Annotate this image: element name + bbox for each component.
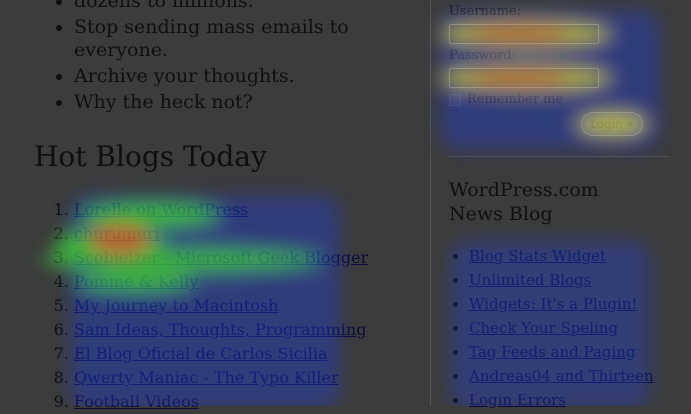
feature-bullet: dozens to millions. <box>74 0 424 13</box>
news-link[interactable]: Blog Stats Widget <box>469 247 606 265</box>
username-label: Username: <box>449 4 522 19</box>
list-item: Lorelle on WordPress <box>74 198 368 222</box>
news-link[interactable]: Check Your Speling <box>469 319 618 337</box>
hot-blog-link[interactable]: Pomme & Kelly <box>74 272 198 291</box>
feature-bullet: Archive your thoughts. <box>74 65 424 88</box>
feature-bullet-list: dozens to millions. Stop sending mass em… <box>52 0 424 117</box>
list-item: Qwerty Maniac - The Typo Killer <box>74 366 368 390</box>
news-link[interactable]: Tag Feeds and Paging <box>469 343 636 361</box>
list-item: My Journey to Macintosh <box>74 294 368 318</box>
list-item: Pomme & Kelly <box>74 270 368 294</box>
list-item: Andreas04 and Thirteen <box>469 364 654 388</box>
hot-blogs-list: Lorelle on WordPress churumuri Scobleize… <box>52 198 368 414</box>
news-link[interactable]: Andreas04 and Thirteen <box>469 367 654 385</box>
hot-blog-link[interactable]: Qwerty Maniac - The Typo Killer <box>74 368 339 387</box>
news-link[interactable]: Login Errors <box>469 391 566 409</box>
feature-bullet: Why the heck not? <box>74 91 424 114</box>
list-item: Football Videos <box>74 390 368 414</box>
password-label: Password: <box>449 48 517 63</box>
remember-me-label: Remember me <box>467 92 564 107</box>
news-blog-heading: WordPress.com News Blog <box>449 179 599 225</box>
list-item: Sam Ideas, Thoughts, Programming <box>74 318 368 342</box>
news-link[interactable]: Widgets: It's a Plugin! <box>469 295 637 313</box>
hot-blog-link[interactable]: Scobleizer - Microsoft Geek Blogger <box>74 248 368 267</box>
main-content: dozens to millions. Stop sending mass em… <box>0 0 430 411</box>
hot-blog-link[interactable]: El Blog Oficial de Carlos Sicilia <box>74 344 328 363</box>
hot-blog-link[interactable]: Sam Ideas, Thoughts, Programming <box>74 320 366 339</box>
list-item: Scobleizer - Microsoft Geek Blogger <box>74 246 368 270</box>
password-input[interactable] <box>449 68 599 88</box>
username-input[interactable] <box>449 24 599 44</box>
list-item: Tag Feeds and Paging <box>469 340 654 364</box>
remember-me-checkbox[interactable] <box>449 93 461 106</box>
list-item: Unlimited Blogs <box>469 268 654 292</box>
hot-blog-link[interactable]: Football Videos <box>74 392 199 411</box>
remember-me[interactable]: Remember me <box>449 92 563 107</box>
hot-blog-link[interactable]: Lorelle on WordPress <box>74 200 248 219</box>
list-item: Widgets: It's a Plugin! <box>469 292 654 316</box>
list-item: churumuri <box>74 222 368 246</box>
list-item: El Blog Oficial de Carlos Sicilia <box>74 342 368 366</box>
hot-blog-link[interactable]: My Journey to Macintosh <box>74 296 278 315</box>
news-list: Blog Stats Widget Unlimited Blogs Widget… <box>449 244 654 412</box>
hot-blogs-heading: Hot Blogs Today <box>34 140 267 173</box>
news-link[interactable]: Unlimited Blogs <box>469 271 591 289</box>
sidebar-divider <box>449 156 669 157</box>
login-button[interactable]: Login » <box>581 112 643 136</box>
list-item: Blog Stats Widget <box>469 244 654 268</box>
list-item: Check Your Speling <box>469 316 654 340</box>
feature-bullet: Stop sending mass emails to everyone. <box>74 16 424 62</box>
list-item: Login Errors <box>469 388 654 412</box>
sidebar: Username: Password: Remember me Login » … <box>431 0 691 409</box>
hot-blog-link[interactable]: churumuri <box>74 224 160 243</box>
